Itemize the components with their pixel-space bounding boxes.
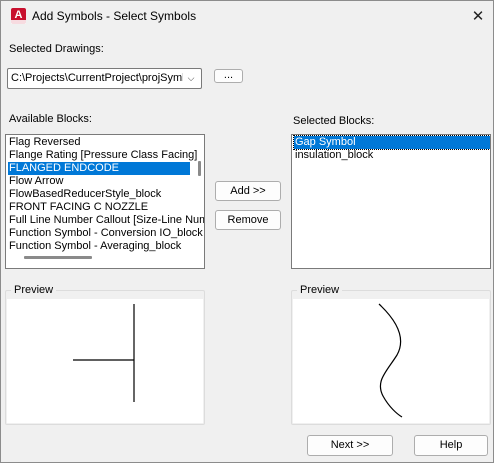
- vertical-scrollbar-thumb[interactable]: [198, 161, 201, 176]
- list-item[interactable]: Full Line Number Callout [Size-Line Num: [8, 214, 204, 227]
- add-symbols-dialog: A Add Symbols - Select Symbols ✕ Selecte…: [0, 0, 494, 463]
- list-item[interactable]: FRONT FACING C NOZZLE: [8, 201, 190, 214]
- list-item[interactable]: Gap Symbol: [293, 135, 490, 150]
- available-blocks-list[interactable]: Flag Reversed Flange Rating [Pressure Cla…: [5, 134, 205, 269]
- window-title: Add Symbols - Select Symbols: [32, 9, 197, 23]
- preview-right-group: Preview: [291, 284, 491, 425]
- chevron-down-icon: ⌵: [187, 73, 195, 83]
- close-button[interactable]: ✕: [463, 1, 493, 32]
- selected-blocks-label: Selected Blocks:: [293, 115, 375, 127]
- browse-button-label: ...: [223, 69, 234, 81]
- list-item[interactable]: Function Symbol - Conversion IO_block: [8, 227, 203, 240]
- browse-drawings-button[interactable]: ...: [214, 69, 243, 83]
- close-icon: ✕: [471, 8, 485, 25]
- selected-drawings-value: C:\Projects\CurrentProject\projSymb: [11, 72, 183, 84]
- gap-symbol-preview-graphic: [378, 303, 403, 418]
- help-button[interactable]: Help: [414, 435, 488, 456]
- selected-blocks-list[interactable]: Gap Symbol insulation_block: [291, 134, 491, 269]
- preview-left-group: Preview: [5, 284, 205, 425]
- add-button[interactable]: Add >>: [215, 181, 281, 201]
- selected-drawings-label: Selected Drawings:: [9, 43, 104, 55]
- horizontal-scrollbar-thumb[interactable]: [24, 256, 92, 259]
- preview-right-canvas: [293, 299, 489, 423]
- list-item[interactable]: Flange Rating [Pressure Class Facing]: [8, 149, 197, 162]
- title-bar: A Add Symbols - Select Symbols ✕: [1, 1, 493, 32]
- preview-left-label: Preview: [11, 284, 57, 296]
- remove-button[interactable]: Remove: [215, 210, 281, 230]
- preview-left-canvas: [7, 299, 203, 423]
- list-item[interactable]: insulation_block: [294, 149, 490, 162]
- list-item[interactable]: Flow Arrow: [8, 175, 190, 188]
- next-button-label: Next >>: [330, 439, 370, 451]
- selected-drawings-combo[interactable]: C:\Projects\CurrentProject\projSymb ⌵: [7, 68, 202, 89]
- list-item[interactable]: FlowBasedReducerStyle_block: [8, 188, 190, 201]
- add-button-label: Add >>: [230, 185, 266, 197]
- autocad-app-icon: A: [11, 8, 26, 24]
- preview-right-curve: [378, 303, 403, 418]
- next-button[interactable]: Next >>: [307, 435, 393, 456]
- preview-right-label: Preview: [297, 284, 343, 296]
- flanged-endcode-preview-graphic: [73, 304, 135, 402]
- list-item[interactable]: Flag Reversed: [8, 136, 190, 149]
- help-button-label: Help: [439, 439, 463, 451]
- available-blocks-label: Available Blocks:: [9, 113, 92, 125]
- remove-button-label: Remove: [227, 214, 269, 226]
- list-item[interactable]: FLANGED ENDCODE: [8, 162, 190, 175]
- list-item[interactable]: Function Symbol - Averaging_block: [8, 240, 190, 253]
